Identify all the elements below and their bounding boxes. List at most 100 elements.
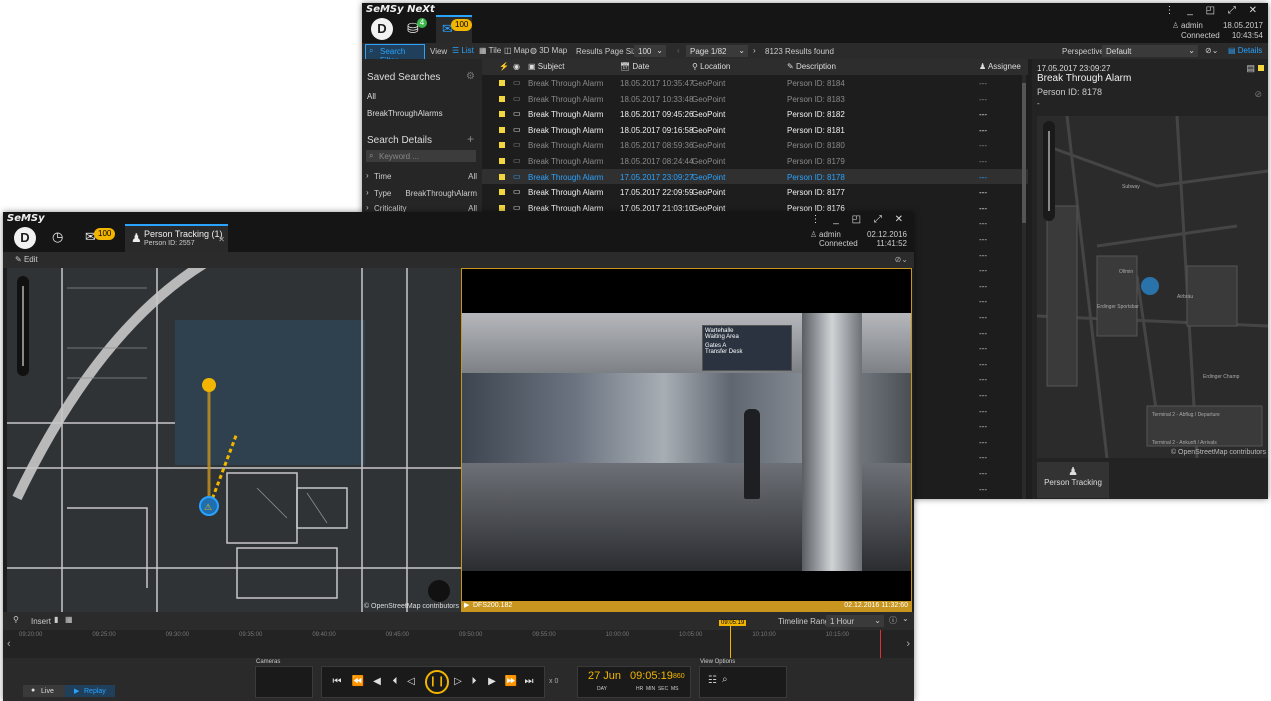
col-assignee-label: Assignee bbox=[987, 62, 1021, 71]
zoom-icon[interactable]: ⌕ bbox=[722, 674, 728, 685]
cell-location: GeoPoint bbox=[692, 172, 726, 182]
step-back-icon[interactable]: ◀ bbox=[368, 676, 386, 687]
tab-subtitle: Person ID: 2557 bbox=[144, 240, 195, 247]
filter-type[interactable]: › Type BreakThroughAlarm bbox=[362, 186, 482, 203]
live-button[interactable]: ● Live bbox=[23, 685, 65, 697]
map-zoom-slider[interactable] bbox=[1043, 121, 1055, 221]
map3d-view-button[interactable]: ◍ 3D Map bbox=[530, 46, 567, 55]
cell-assignee: --- bbox=[979, 250, 987, 260]
table-row[interactable]: ▭ Break Through Alarm 18.05.2017 08:24:44 G… bbox=[482, 153, 1028, 169]
frame-forward-icon[interactable]: ▷ bbox=[451, 676, 465, 687]
front-home-logo[interactable]: D bbox=[14, 227, 36, 249]
prev-frame-icon[interactable]: ⏴ bbox=[386, 676, 404, 687]
step-forward-icon[interactable]: ▶ bbox=[483, 676, 501, 687]
info-icon[interactable]: ⓘ bbox=[889, 615, 897, 626]
table-row[interactable]: ▭ Break Through Alarm 17.05.2017 22:09:59 G… bbox=[482, 184, 1028, 200]
calendar-icon[interactable]: ▦ bbox=[65, 615, 73, 624]
person-tracking-button[interactable]: ♟ Person Tracking bbox=[1037, 462, 1109, 498]
cameras-box[interactable] bbox=[255, 666, 313, 698]
timeline-prev-button[interactable]: ‹ bbox=[7, 638, 11, 650]
back-window-controls[interactable]: ⋮ _ ◰ ⤢ ✕ bbox=[1164, 5, 1262, 16]
sliders-icon[interactable]: ☷ bbox=[708, 675, 717, 686]
tile-view-button[interactable]: ▦ Tile bbox=[479, 46, 501, 55]
col-location[interactable]: ⚲ Location bbox=[692, 62, 730, 71]
perspective-select[interactable]: Default ⌄ bbox=[1102, 45, 1198, 57]
fast-forward-icon[interactable]: ⏩ bbox=[501, 676, 521, 687]
page-size-select[interactable]: 100 ⌄ bbox=[634, 45, 666, 57]
frame-back-icon[interactable]: ◁ bbox=[404, 676, 418, 687]
filter-icon[interactable]: ⚲ bbox=[13, 615, 19, 624]
keyword-input[interactable]: ⌕ Keyword ... bbox=[366, 150, 476, 162]
details-map[interactable]: Subway Ollmin Erdinger Sportsbar Airbräu… bbox=[1037, 116, 1268, 458]
timeline-next-button[interactable]: › bbox=[906, 638, 910, 650]
cell-assignee: --- bbox=[979, 328, 987, 338]
cell-subject: Break Through Alarm bbox=[528, 94, 604, 104]
map3d-label: 3D Map bbox=[539, 46, 568, 55]
insert-label[interactable]: Insert bbox=[31, 617, 51, 626]
map-compass[interactable] bbox=[428, 580, 450, 602]
cell-assignee: --- bbox=[979, 313, 987, 322]
cell-date: 18.05.2017 10:33:48 bbox=[620, 94, 694, 104]
map-zoom-slider[interactable] bbox=[17, 276, 29, 376]
back-home-logo[interactable]: D bbox=[371, 18, 393, 40]
next-frame-icon[interactable]: ⏵ bbox=[465, 676, 483, 687]
saved-search-item[interactable]: All bbox=[367, 92, 376, 101]
back-user-name[interactable]: admin bbox=[1181, 21, 1203, 30]
front-window-controls[interactable]: ⋮ _ ◰ ⤢ ✕ bbox=[810, 214, 908, 225]
back-alarms-tab[interactable]: ✉ 100 bbox=[436, 15, 473, 43]
cell-assignee: --- bbox=[979, 79, 987, 88]
chevron-down-icon[interactable]: ⌄ bbox=[902, 614, 909, 623]
link-icon[interactable]: ⊘⌄ bbox=[1205, 46, 1218, 55]
prev-page-button[interactable]: ‹ bbox=[677, 46, 680, 55]
col-description-label: Description bbox=[795, 62, 836, 71]
next-page-button[interactable]: › bbox=[753, 46, 756, 55]
cell-location: GeoPoint bbox=[692, 125, 726, 135]
pause-button[interactable]: ❙❙ bbox=[425, 670, 449, 694]
details-button[interactable]: ▤ Details bbox=[1228, 46, 1262, 55]
add-icon[interactable]: + bbox=[467, 132, 474, 146]
filter-time[interactable]: › Time All bbox=[362, 169, 482, 186]
skip-start-icon[interactable]: ⏮ bbox=[326, 676, 348, 687]
table-row[interactable]: ▭ Break Through Alarm 18.05.2017 08:59:36 G… bbox=[482, 137, 1028, 153]
rewind-icon[interactable]: ⏪ bbox=[348, 676, 368, 687]
camera-view[interactable]: Wartehalle Waiting Area Gates A Transfer… bbox=[461, 268, 912, 612]
search-filter-button[interactable]: ⌕ Search Filter bbox=[365, 44, 425, 65]
priority-flag bbox=[499, 173, 505, 180]
col-date[interactable]: 📅︎ Date bbox=[620, 62, 649, 71]
page-select[interactable]: Page 1/82 ⌄ bbox=[686, 45, 748, 57]
scrollbar[interactable] bbox=[1022, 75, 1026, 499]
speedometer-icon[interactable]: ◷ bbox=[52, 229, 63, 245]
table-row[interactable]: ▭ Break Through Alarm 17.05.2017 23:09:27 G… bbox=[482, 168, 1028, 185]
timeline-cursor[interactable] bbox=[730, 622, 731, 660]
link-icon[interactable]: ⊘⌄ bbox=[895, 255, 908, 264]
skip-end-icon[interactable]: ⏭ bbox=[521, 676, 537, 687]
front-user-name[interactable]: admin bbox=[819, 230, 841, 239]
saved-search-item[interactable]: BreakThroughAlarms bbox=[367, 109, 443, 118]
person-tracking-tab[interactable]: ♟ Person Tracking (1) Person ID: 2557 ✕ bbox=[125, 224, 228, 252]
replay-button[interactable]: ▶ Replay bbox=[65, 685, 115, 697]
bookmark-icon[interactable]: ▮ bbox=[54, 615, 58, 624]
link-icon[interactable]: ⊘ bbox=[1254, 89, 1262, 100]
col-assignee[interactable]: ♟ Assignee bbox=[979, 62, 1021, 71]
table-row[interactable]: ▭ Break Through Alarm 18.05.2017 09:45:26 G… bbox=[482, 106, 1028, 122]
scrollbar-thumb[interactable] bbox=[1022, 83, 1026, 223]
cell-description: Person ID: 8178 bbox=[787, 172, 845, 182]
map-view-button[interactable]: ◫ Map bbox=[504, 46, 529, 55]
edit-button[interactable]: ✎ Edit bbox=[15, 255, 38, 264]
close-icon[interactable]: ✕ bbox=[218, 235, 225, 244]
track-start-marker[interactable] bbox=[202, 378, 216, 392]
table-row[interactable]: ▭ Break Through Alarm 18.05.2017 10:35:47 G… bbox=[482, 75, 1028, 91]
table-row[interactable]: ▭ Break Through Alarm 18.05.2017 09:16:58 G… bbox=[482, 122, 1028, 138]
table-row[interactable]: ▭ Break Through Alarm 18.05.2017 10:33:48 G… bbox=[482, 91, 1028, 107]
playback-speed[interactable]: x 0 bbox=[549, 678, 558, 685]
col-subject[interactable]: ▣ Subject bbox=[528, 62, 564, 71]
list-view-button[interactable]: ☰ List bbox=[452, 46, 474, 55]
floorplan-map[interactable]: ⚠ © OpenStreetMap contributors bbox=[7, 268, 461, 612]
col-description[interactable]: ✎ Description bbox=[787, 62, 836, 71]
settings-icon[interactable]: ⚙ bbox=[466, 71, 475, 82]
priority-flag bbox=[499, 142, 505, 149]
timeline-range-select[interactable]: 1 Hour ⌄ bbox=[826, 615, 884, 627]
timeline-track[interactable]: ‹ › 09:20:00 09:25:00 09:30:00 09:35:00 09:4… bbox=[3, 620, 914, 660]
timeline-tick: 09:30:00 bbox=[165, 632, 190, 638]
play-units-label: HR MIN SEC MS bbox=[636, 686, 679, 692]
